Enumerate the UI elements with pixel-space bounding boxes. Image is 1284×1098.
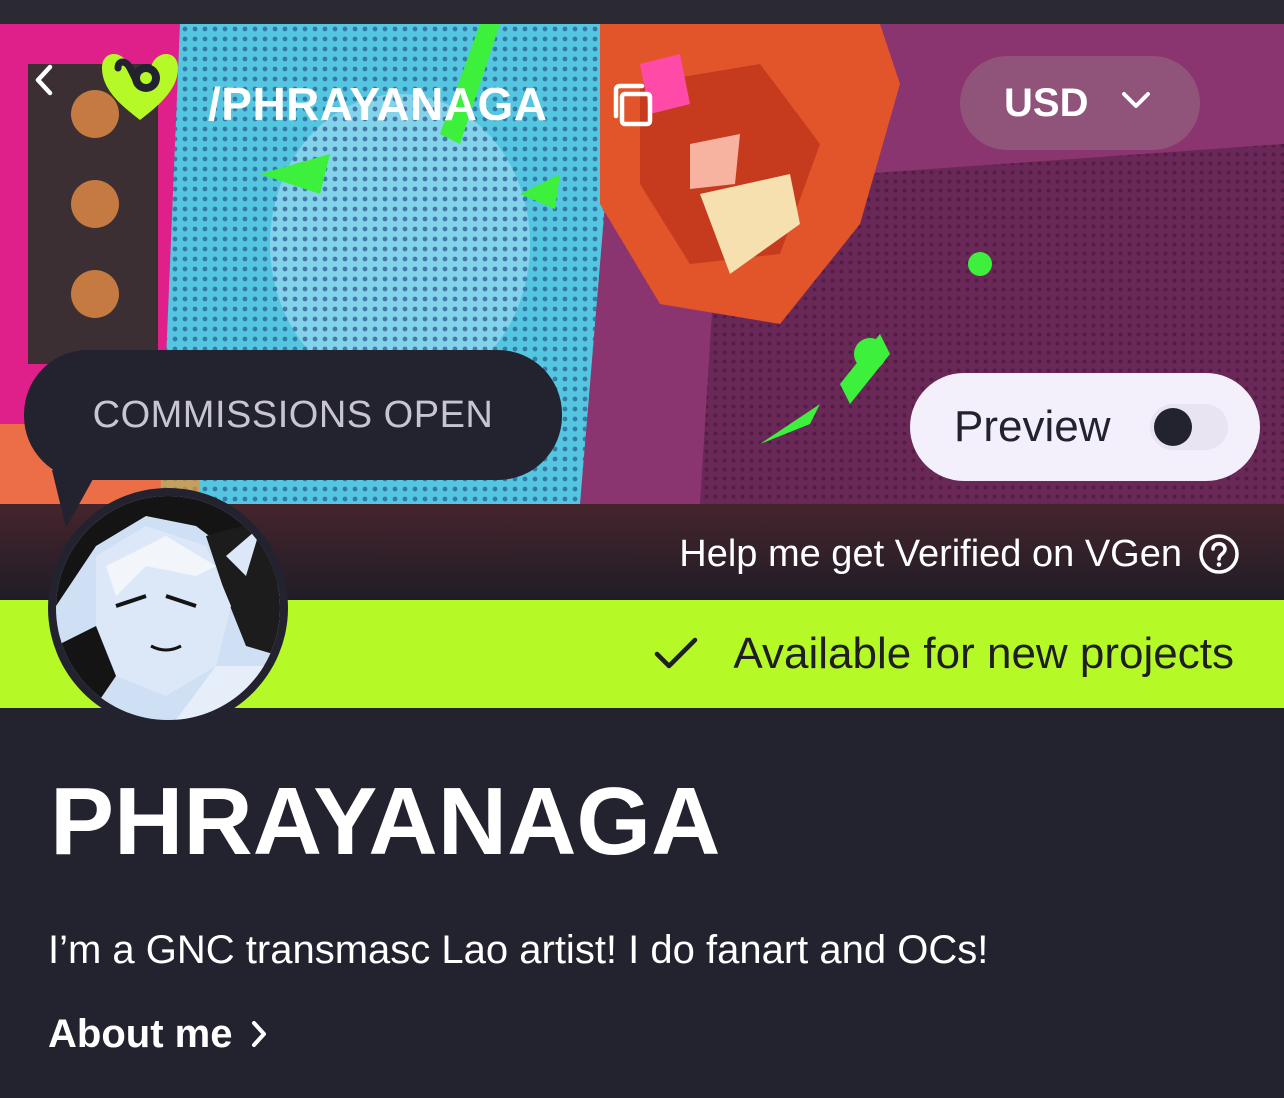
profile-bio: I’m a GNC transmasc Lao artist! I do fan… xyxy=(48,928,989,972)
currency-label: USD xyxy=(1004,80,1089,125)
toggle-knob xyxy=(1154,408,1192,446)
availability-content: Available for new projects xyxy=(653,600,1234,708)
chevron-down-icon xyxy=(1122,92,1150,108)
availability-label: Available for new projects xyxy=(733,629,1234,678)
commissions-status-badge: COMMISSIONS OPEN xyxy=(24,350,562,480)
commissions-status-label: COMMISSIONS OPEN xyxy=(92,393,494,436)
status-strip xyxy=(0,0,1284,24)
currency-selector[interactable]: USD xyxy=(960,56,1200,150)
vgen-logo[interactable] xyxy=(88,44,192,124)
preview-toggle[interactable] xyxy=(1150,404,1228,450)
checkmark-icon xyxy=(655,637,698,669)
avatar[interactable] xyxy=(48,488,288,728)
verify-link[interactable]: Help me get Verified on VGen xyxy=(600,526,1240,582)
back-button[interactable] xyxy=(26,58,62,102)
profile-handle: /PHRAYANAGA xyxy=(208,78,548,130)
about-me-link[interactable]: About me xyxy=(48,1006,268,1062)
preview-label: Preview xyxy=(954,402,1111,451)
help-circle-icon xyxy=(1199,534,1239,574)
verify-label: Help me get Verified on VGen xyxy=(679,532,1182,575)
profile-name: PHRAYANAGA xyxy=(50,768,721,875)
chevron-right-icon xyxy=(252,1021,267,1047)
avatar-image xyxy=(56,496,280,720)
copy-icon[interactable] xyxy=(608,80,658,130)
chevron-left-icon xyxy=(35,64,53,96)
profile-page: /PHRAYANAGA USD COMMISSIONS OPEN Preview… xyxy=(0,0,1284,1098)
about-me-label: About me xyxy=(48,1011,233,1056)
preview-toggle-button[interactable]: Preview xyxy=(910,373,1260,481)
